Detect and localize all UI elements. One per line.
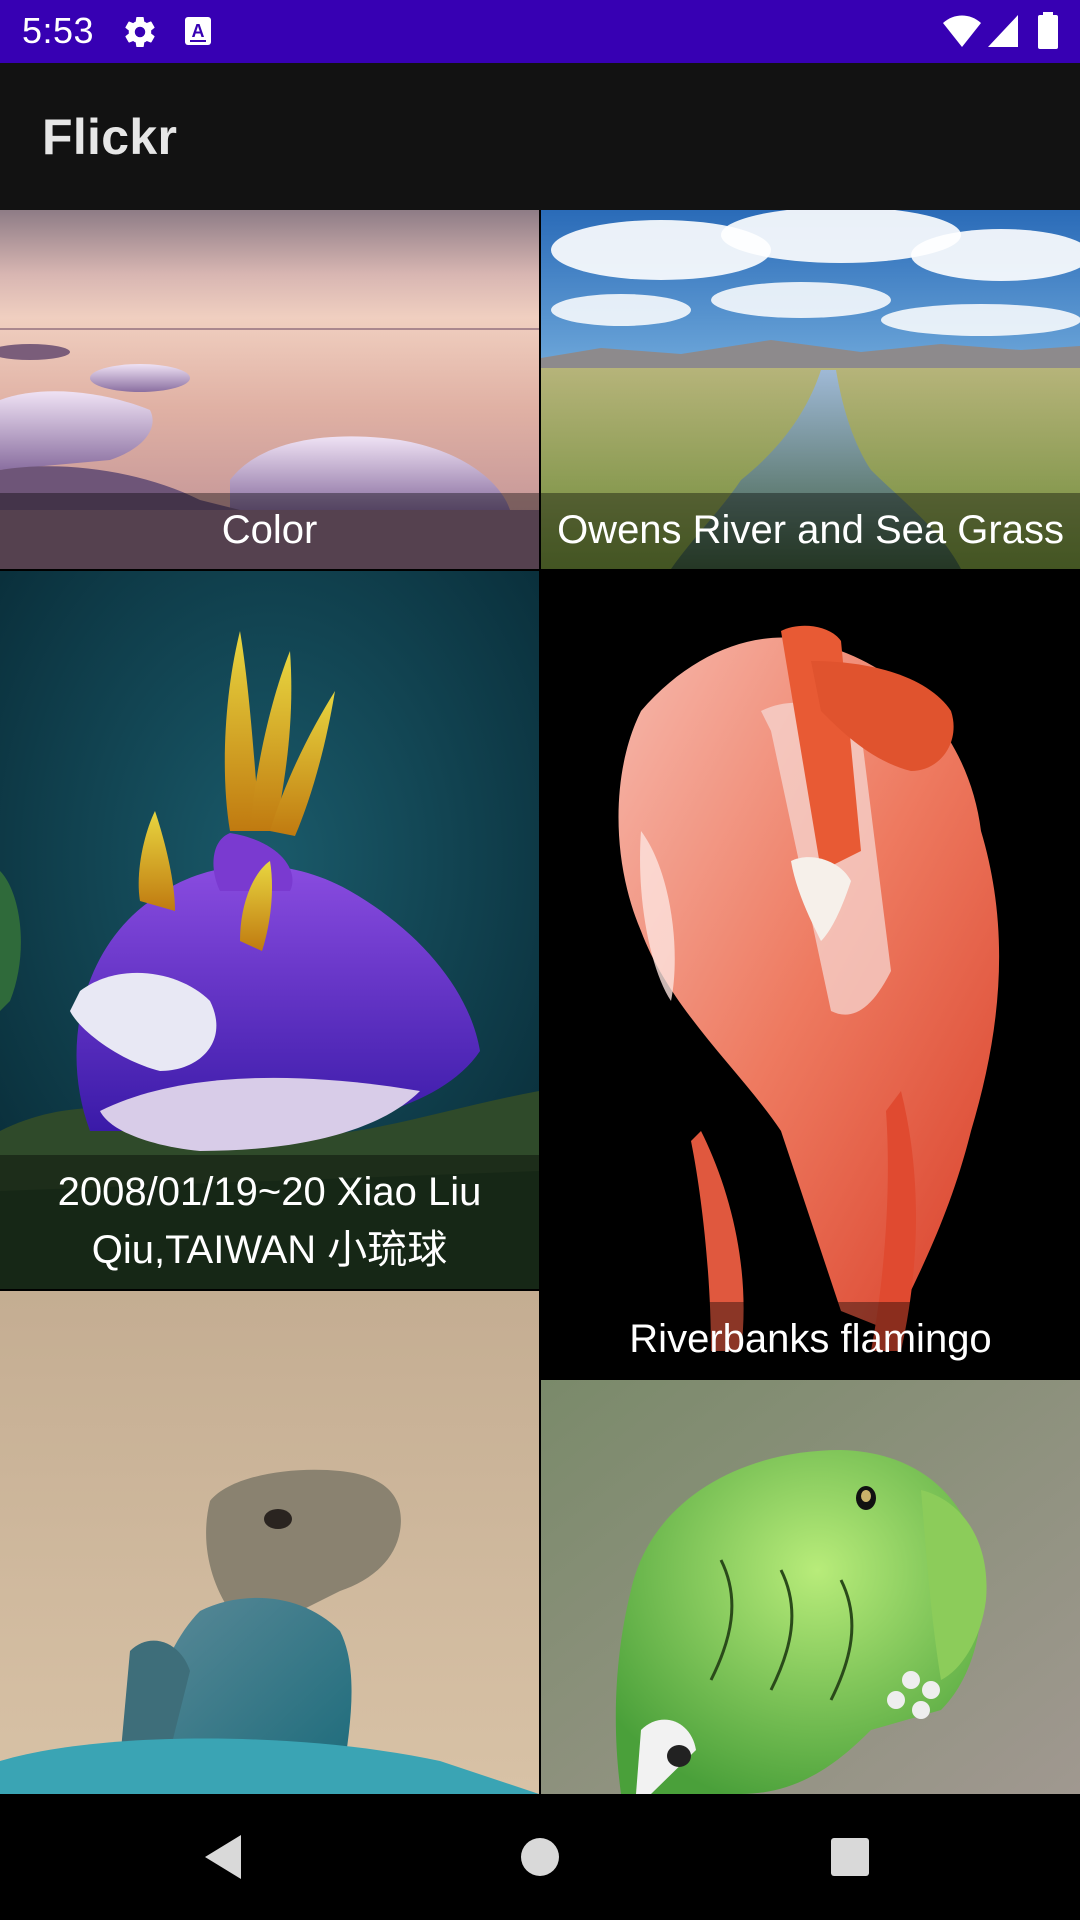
photo-tile[interactable]: 2008/01/19~20 Xiao Liu Qiu,TAIWAN 小琉球 [0, 571, 539, 1289]
app-bar: Flickr [0, 63, 1080, 210]
battery-icon [1038, 12, 1058, 49]
keyboard-a-icon: A [185, 17, 211, 45]
screen: 5:53 A Flickr Color Owens River and Sea … [0, 0, 1080, 1920]
status-time: 5:53 [22, 10, 95, 51]
photo-tile[interactable] [0, 1291, 539, 1794]
navigation-bar [0, 1794, 1080, 1920]
signal-icon [988, 15, 1018, 47]
back-icon[interactable] [195, 1825, 259, 1889]
photo-thumbnail-pink-flamingo [541, 571, 1080, 1378]
photo-title: 2008/01/19~20 Xiao Liu Qiu,TAIWAN 小琉球 [0, 1155, 539, 1289]
photo-tile[interactable]: Riverbanks flamingo [541, 571, 1080, 1378]
photo-title: Owens River and Sea Grass [541, 493, 1080, 569]
photo-title: Color [0, 493, 539, 569]
app-title: Flickr [42, 109, 178, 165]
photo-title: Riverbanks flamingo [541, 1302, 1080, 1378]
status-bar: 5:53 A [0, 0, 1080, 63]
home-icon[interactable] [508, 1825, 572, 1889]
svg-text:A: A [192, 21, 205, 41]
wifi-icon [943, 15, 981, 47]
photo-thumbnail-green-caterpillar [541, 1380, 1080, 1794]
photo-tile[interactable]: Color [0, 210, 539, 569]
recents-icon[interactable] [818, 1825, 882, 1889]
photo-tile[interactable] [541, 1380, 1080, 1794]
photo-tile[interactable]: Owens River and Sea Grass [541, 210, 1080, 569]
gear-icon [125, 17, 155, 48]
photo-grid[interactable]: Color Owens River and Sea Grass 2008/01/… [0, 210, 1080, 1794]
photo-thumbnail-blue-lizard [0, 1291, 539, 1794]
